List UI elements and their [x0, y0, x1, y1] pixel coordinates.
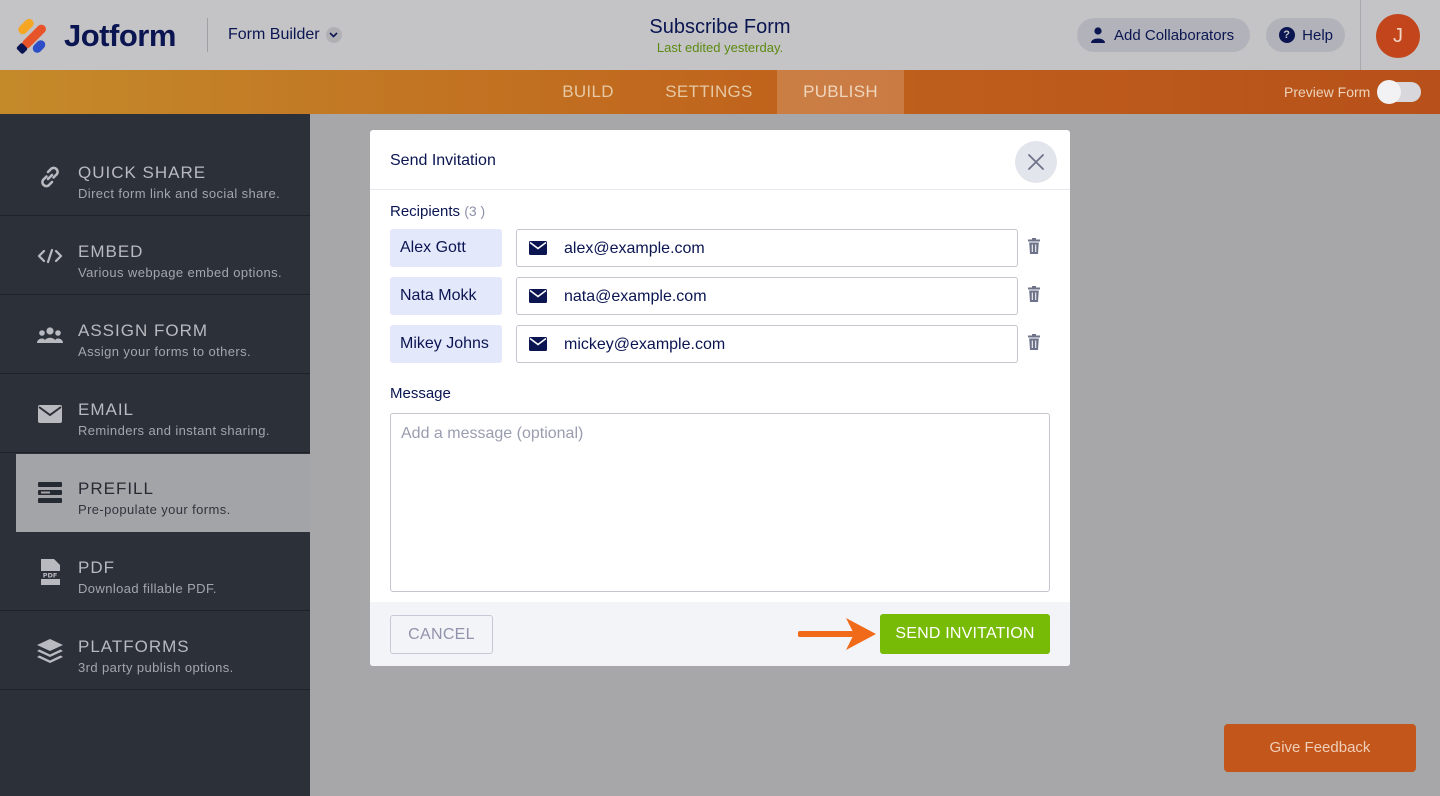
sidebar-item-desc: Direct form link and social share.	[78, 186, 281, 201]
preview-form-label: Preview Form	[1284, 84, 1371, 100]
modal-footer: CANCEL SEND INVITATION	[370, 602, 1070, 666]
arrow-pointer-icon	[798, 618, 876, 650]
sidebar-item-prefill[interactable]: PREFILL Pre-populate your forms.	[16, 454, 310, 532]
sidebar-item-platforms[interactable]: PLATFORMS 3rd party publish options.	[0, 612, 310, 690]
sidebar-item-title: EMAIL	[78, 400, 135, 419]
recipients-label: Recipients (3 )	[390, 203, 485, 220]
recipient-email: nata@example.com	[564, 288, 707, 305]
sidebar-item-desc: Download fillable PDF.	[78, 581, 217, 596]
publish-sidebar: QUICK SHARE Direct form link and social …	[0, 114, 310, 796]
envelope-icon	[529, 241, 547, 255]
recipients-label-text: Recipients	[390, 203, 461, 220]
recipient-row: Nata Mokk nata@example.com	[390, 277, 1050, 315]
tab-publish[interactable]: PUBLISH	[777, 70, 904, 114]
sidebar-item-title: QUICK SHARE	[78, 163, 207, 182]
add-collaborators-button[interactable]: Add Collaborators	[1077, 18, 1250, 52]
help-label: Help	[1302, 26, 1333, 44]
code-icon	[36, 242, 64, 270]
sidebar-item-title: ASSIGN FORM	[78, 321, 209, 340]
sidebar-item-pdf[interactable]: PDF PDF Download fillable PDF.	[0, 533, 310, 611]
envelope-icon	[529, 337, 547, 351]
sidebar-item-desc: Reminders and instant sharing.	[78, 423, 270, 438]
recipient-email-field[interactable]: nata@example.com	[516, 277, 1018, 315]
pdf-icon: PDF	[36, 558, 64, 586]
sidebar-item-title: PREFILL	[78, 479, 154, 498]
user-icon	[1089, 26, 1107, 44]
recipient-row: Alex Gott alex@example.com	[390, 229, 1050, 267]
recipient-email: mickey@example.com	[564, 336, 726, 353]
help-button[interactable]: ? Help	[1266, 18, 1345, 52]
recipient-email: alex@example.com	[564, 240, 705, 257]
message-textarea[interactable]: Add a message (optional)	[390, 413, 1050, 592]
question-icon: ?	[1278, 26, 1295, 44]
sidebar-item-desc: 3rd party publish options.	[78, 660, 234, 675]
recipients-count: (3 )	[464, 203, 486, 219]
envelope-icon	[36, 400, 64, 428]
recipient-name[interactable]: Alex Gott	[390, 229, 502, 267]
preview-toggle-knob[interactable]	[1377, 80, 1401, 104]
sidebar-item-assign-form[interactable]: ASSIGN FORM Assign your forms to others.	[0, 296, 310, 374]
modal-title: Send Invitation	[390, 152, 496, 169]
user-avatar[interactable]: J	[1376, 14, 1420, 58]
close-icon	[1028, 154, 1044, 170]
sidebar-item-quick-share[interactable]: QUICK SHARE Direct form link and social …	[0, 138, 310, 216]
users-icon	[36, 321, 64, 349]
modal-header: Send Invitation	[370, 130, 1070, 190]
trash-icon[interactable]	[1028, 238, 1040, 254]
sidebar-item-title: PLATFORMS	[78, 637, 190, 656]
header-divider-right	[1360, 0, 1361, 70]
recipient-email-field[interactable]: alex@example.com	[516, 229, 1018, 267]
send-invitation-button[interactable]: SEND INVITATION	[880, 614, 1050, 654]
send-invitation-modal: Send Invitation Recipients (3 ) Alex Got…	[370, 130, 1070, 666]
trash-icon[interactable]	[1028, 286, 1040, 302]
sidebar-item-title: EMBED	[78, 242, 144, 261]
svg-text:PDF: PDF	[43, 572, 58, 580]
prefill-icon	[36, 479, 64, 507]
top-header: Jotform Form Builder Subscribe Form Last…	[0, 0, 1440, 70]
sidebar-item-desc: Various webpage embed options.	[78, 265, 282, 280]
recipient-row: Mikey Johns mickey@example.com	[390, 325, 1050, 363]
sidebar-item-desc: Pre-populate your forms.	[78, 502, 231, 517]
tab-settings[interactable]: SETTINGS	[648, 70, 770, 114]
message-label: Message	[390, 385, 451, 402]
give-feedback-button[interactable]: Give Feedback	[1224, 724, 1416, 772]
recipient-email-field[interactable]: mickey@example.com	[516, 325, 1018, 363]
recipient-name[interactable]: Mikey Johns	[390, 325, 502, 363]
close-button[interactable]	[1015, 141, 1057, 183]
trash-icon[interactable]	[1028, 334, 1040, 350]
recipient-name[interactable]: Nata Mokk	[390, 277, 502, 315]
sidebar-item-title: PDF	[78, 558, 115, 577]
sidebar-item-email[interactable]: EMAIL Reminders and instant sharing.	[0, 375, 310, 453]
link-icon	[36, 163, 64, 191]
add-collaborators-label: Add Collaborators	[1114, 26, 1235, 44]
layers-icon	[36, 637, 64, 665]
envelope-icon	[529, 289, 547, 303]
sidebar-item-desc: Assign your forms to others.	[78, 344, 252, 359]
tab-build[interactable]: BUILD	[548, 70, 628, 114]
cancel-button[interactable]: CANCEL	[390, 615, 493, 654]
sidebar-item-embed[interactable]: EMBED Various webpage embed options.	[0, 217, 310, 295]
tab-bar: BUILD SETTINGS PUBLISH Preview Form	[0, 70, 1440, 114]
